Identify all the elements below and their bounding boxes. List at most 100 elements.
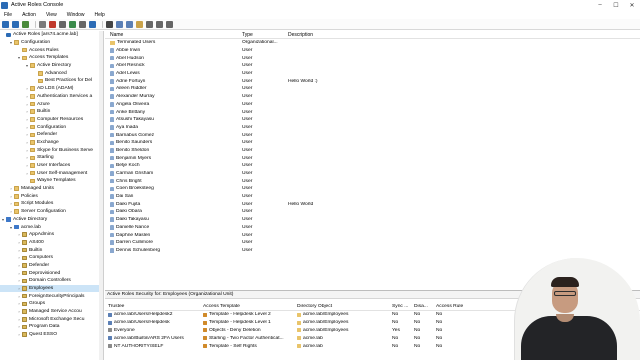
expand-toggle-icon[interactable]: › (17, 263, 21, 268)
tree-item[interactable]: ▾ Active Directory (0, 62, 103, 70)
tree-item[interactable]: ▾ acme.lab (0, 223, 103, 231)
list-item[interactable]: Dennis Schulenberg User (105, 247, 640, 255)
tree-item[interactable]: ▾ Active Directory (0, 216, 103, 224)
find-icon[interactable] (156, 20, 163, 28)
expand-toggle-icon[interactable]: ▾ (9, 225, 13, 230)
tree-item[interactable]: ▾ Access Templates (0, 54, 103, 62)
list-item[interactable]: Benito Sheldon User (105, 147, 640, 155)
tree-item[interactable]: › Skype for Business Serve (0, 146, 103, 154)
tree-item[interactable]: › Configuration (0, 123, 103, 131)
expand-toggle-icon[interactable]: › (25, 125, 29, 130)
expand-toggle-icon[interactable]: › (25, 171, 29, 176)
tree-item[interactable]: › Managed Service Accou (0, 308, 103, 316)
console-icon-icon[interactable] (106, 20, 113, 28)
column-name[interactable]: Name (105, 32, 242, 38)
expand-toggle-icon[interactable]: › (9, 201, 13, 206)
expand-toggle-icon[interactable]: › (25, 102, 29, 107)
tree-item[interactable]: › Employees (0, 284, 103, 293)
list-item[interactable]: Daiki Fujita User Hello World (105, 200, 640, 208)
tree-item[interactable]: Best Practices for Del (0, 77, 103, 85)
expand-toggle-icon[interactable]: › (9, 186, 13, 191)
column-sync[interactable]: Sync ... (392, 304, 414, 309)
tree-item[interactable]: › Policies (0, 192, 103, 200)
menu-help[interactable]: Help (95, 12, 105, 18)
list-item[interactable]: Chris Bright User (105, 177, 640, 185)
expand-toggle-icon[interactable]: › (25, 117, 29, 122)
filter-icon[interactable] (146, 20, 153, 28)
menu-file[interactable]: File (4, 12, 12, 18)
list-item[interactable]: Atsushi Takayasu User (105, 116, 640, 124)
minimize-button[interactable]: – (592, 0, 608, 10)
tree-item[interactable]: › AD LDS (ADAM) (0, 85, 103, 93)
expand-toggle-icon[interactable]: › (17, 301, 21, 306)
expand-toggle-icon[interactable]: › (25, 163, 29, 168)
list-item[interactable]: Carman Grisham User (105, 170, 640, 178)
tree-item[interactable]: › Domain Controllers (0, 277, 103, 285)
tree-item[interactable]: › Microsoft Exchange Secu (0, 315, 103, 323)
tree-item[interactable]: › Exchange (0, 139, 103, 147)
list-item[interactable]: Abbie Irwin User (105, 47, 640, 55)
list-item[interactable]: Coen Broeksteeg User (105, 185, 640, 193)
expand-toggle-icon[interactable]: › (17, 317, 21, 322)
tree-item[interactable]: › Script Modules (0, 200, 103, 208)
list-item[interactable]: Terminated Users Organizational... (105, 39, 640, 47)
expand-toggle-icon[interactable]: › (25, 155, 29, 160)
expand-toggle-icon[interactable]: ▾ (9, 40, 13, 45)
expand-toggle-icon[interactable]: › (17, 309, 21, 314)
close-button[interactable]: ✕ (624, 0, 640, 10)
list-item[interactable]: Benito Saunders User (105, 139, 640, 147)
list-item[interactable]: Anke Brittany User (105, 108, 640, 116)
list-item[interactable]: Darren Cullimore User (105, 239, 640, 247)
expand-toggle-icon[interactable]: › (25, 140, 29, 145)
tree-item[interactable]: › User Self-management (0, 169, 103, 177)
list-item[interactable]: Danielle Nance User (105, 224, 640, 232)
list-item[interactable]: Dai San User (105, 193, 640, 201)
new-user-icon[interactable] (116, 20, 123, 28)
column-type[interactable]: Type (242, 32, 288, 38)
expand-toggle-icon[interactable]: › (17, 294, 21, 299)
tree-item[interactable]: › Groups (0, 300, 103, 308)
tree-item[interactable]: Wayne Templates (0, 177, 103, 185)
expand-toggle-icon[interactable]: ▾ (17, 55, 21, 60)
tree-item[interactable]: › Managed Units (0, 185, 103, 193)
tree-scrollbar[interactable] (99, 31, 103, 360)
settings-icon[interactable] (166, 20, 173, 28)
tree-item[interactable]: › Builtin (0, 108, 103, 116)
list-item[interactable]: Daiki Obara User (105, 208, 640, 216)
expand-toggle-icon[interactable]: › (17, 271, 21, 276)
export-icon[interactable] (79, 20, 86, 28)
tree-item[interactable]: Active Roles [ars74.acme.lab] (0, 31, 103, 39)
tree-item[interactable]: › Quest ESSO (0, 331, 103, 339)
tree-item[interactable]: › Builtin (0, 246, 103, 254)
new-ou-icon[interactable] (136, 20, 143, 28)
list-item[interactable]: Aileen Riddler User (105, 85, 640, 93)
list-item[interactable]: Daphne Maslen User (105, 231, 640, 239)
tree-item[interactable]: › AppAdmins (0, 231, 103, 239)
list-item[interactable]: Abel Hudson User (105, 54, 640, 62)
up-icon[interactable] (22, 20, 29, 28)
tree-item[interactable]: › Authentication Services a (0, 93, 103, 101)
expand-toggle-icon[interactable]: › (25, 109, 29, 114)
column-trustee[interactable]: Trustee (105, 304, 203, 309)
column-access-template[interactable]: Access Template (203, 304, 297, 309)
column-directory-object[interactable]: Directory Object (297, 304, 392, 309)
expand-toggle-icon[interactable]: › (9, 194, 13, 199)
expand-toggle-icon[interactable]: › (25, 132, 29, 137)
tree-item[interactable]: › Azure (0, 100, 103, 108)
list-item[interactable]: Angela Oliveira User (105, 101, 640, 109)
delete-icon[interactable] (49, 20, 56, 28)
list-item[interactable]: Benjamin Myers User (105, 154, 640, 162)
tree-item[interactable]: Advanced (0, 69, 103, 77)
expand-toggle-icon[interactable]: ▾ (1, 217, 5, 222)
tree-item[interactable]: › Deprovisioned (0, 269, 103, 277)
tree-item[interactable]: › Computer Resources (0, 116, 103, 124)
column-description[interactable]: Description (288, 32, 368, 38)
tree-item[interactable]: › AS400 (0, 239, 103, 247)
list-item[interactable]: Aya Inada User (105, 124, 640, 132)
expand-toggle-icon[interactable]: › (17, 278, 21, 283)
menu-action[interactable]: Action (22, 12, 36, 18)
expand-toggle-icon[interactable]: › (17, 248, 21, 253)
expand-toggle-icon[interactable]: › (17, 232, 21, 237)
list-item[interactable]: Adrie Fortuyn User Hello World :) (105, 77, 640, 85)
expand-toggle-icon[interactable]: › (25, 148, 29, 153)
